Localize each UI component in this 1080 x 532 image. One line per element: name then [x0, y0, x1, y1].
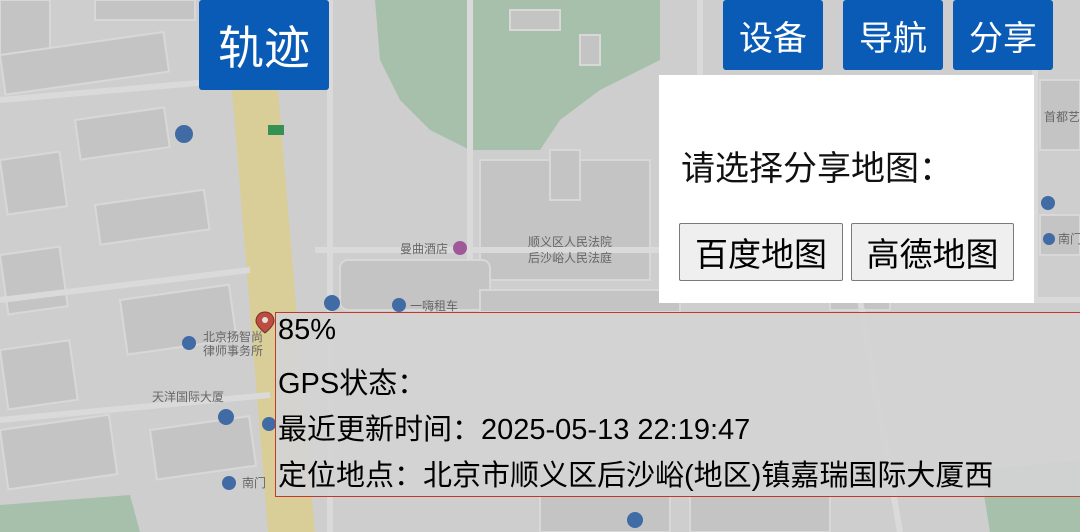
baidu-map-button[interactable]: 百度地图: [679, 223, 843, 281]
battery-level: 85%: [278, 314, 337, 346]
location-address: 定位地点：北京市顺义区后沙峪(地区)镇嘉瑞国际大厦西: [278, 460, 994, 492]
share-dialog-prompt: 请选择分享地图：: [681, 149, 953, 189]
share-button[interactable]: 分享: [953, 0, 1053, 70]
navigation-button[interactable]: 导航: [843, 0, 943, 70]
share-dialog: 请选择分享地图： 百度地图 高德地图: [659, 75, 1034, 303]
gaode-map-button[interactable]: 高德地图: [851, 223, 1014, 281]
device-info-card: 85% GPS状态： 最近更新时间：2025-05-13 22:19:47 定位…: [275, 312, 1080, 497]
last-update-time: 最近更新时间：2025-05-13 22:19:47: [278, 414, 751, 446]
device-button[interactable]: 设备: [723, 0, 823, 70]
gps-status: GPS状态：: [278, 368, 427, 400]
track-button[interactable]: 轨迹: [199, 0, 329, 90]
